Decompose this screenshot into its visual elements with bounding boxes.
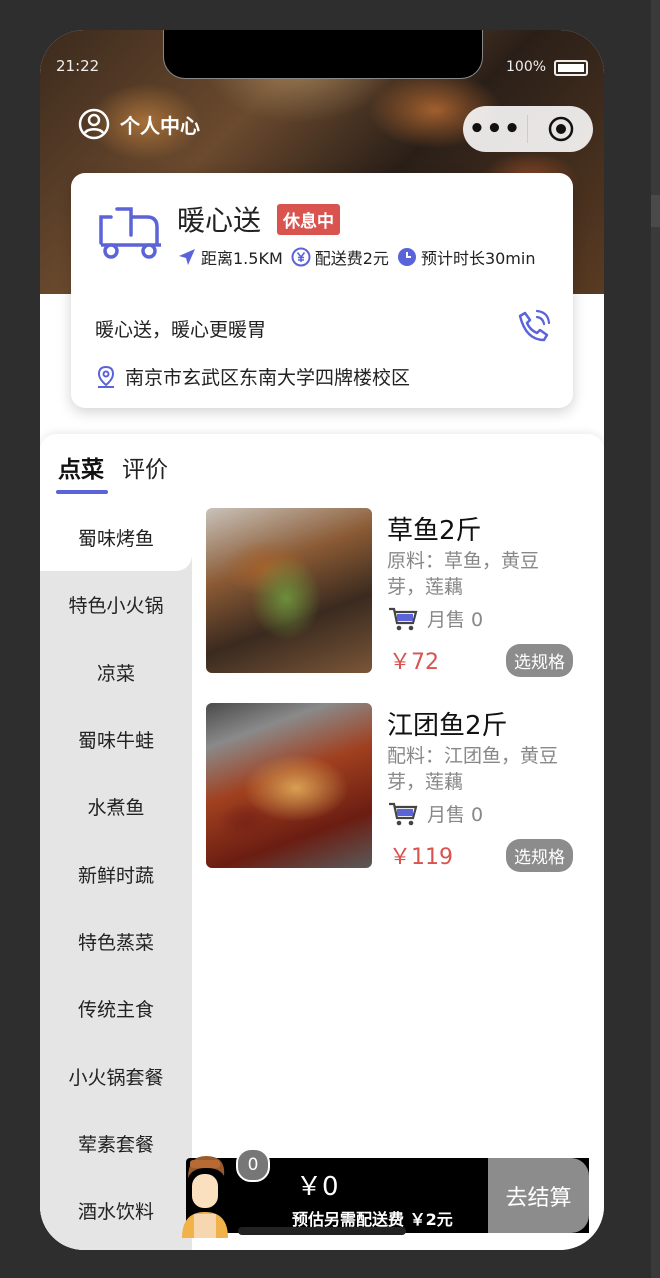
dish-card[interactable]: 江团鱼2斤 配料：江团鱼，黄豆芽，莲藕 月售 0 ￥119 选规格 (206, 703, 586, 898)
category-item[interactable]: 特色蒸菜 (40, 908, 192, 975)
category-item[interactable]: 特色小火锅 (40, 571, 192, 638)
eta-metric: 预计时长30min (397, 245, 536, 269)
navigation-arrow-icon (179, 249, 195, 265)
tab-order[interactable]: 点菜 (56, 450, 108, 494)
shop-status-badge: 休息中 (277, 204, 340, 235)
shopping-cart-icon (389, 802, 418, 825)
phone-notch (163, 30, 483, 79)
shop-metrics: 距离1.5KM 配送费2元 预计时长30min (177, 245, 543, 269)
dish-list: 草鱼2斤 原料：草鱼，黄豆芽，莲藕 月售 0 ￥72 选规格 江团鱼2斤 配料：… (206, 508, 586, 898)
distance-metric: 距离1.5KM (177, 245, 283, 269)
dish-photo[interactable] (206, 703, 372, 868)
miniprogram-capsule: ••• (463, 106, 593, 152)
dish-price: ￥119 (389, 845, 453, 870)
close-miniprogram-button[interactable] (528, 116, 593, 142)
eta-text: 预计时长30min (420, 249, 536, 268)
select-spec-button[interactable]: 选规格 (506, 839, 573, 872)
category-item[interactable]: 小火锅套餐 (40, 1042, 192, 1109)
user-circle-icon (78, 108, 110, 140)
cart-count-badge: 0 (236, 1148, 270, 1182)
menu-panel: 点菜 评价 蜀味烤鱼 特色小火锅 凉菜 蜀味牛蛙 水煮鱼 新鲜时蔬 特色蒸菜 传… (40, 434, 604, 1250)
tab-reviews[interactable]: 评价 (122, 450, 168, 484)
personal-center-label: 个人中心 (120, 113, 200, 138)
category-item[interactable]: 蜀味烤鱼 (40, 504, 192, 572)
battery-icon (554, 60, 588, 76)
window-scrollbar[interactable] (651, 0, 660, 1278)
home-indicator (238, 1227, 406, 1235)
menu-tabs: 点菜 评价 (56, 450, 186, 494)
location-pin-icon (97, 365, 115, 388)
yen-coin-icon (291, 247, 311, 267)
shop-slogan: 暖心送，暖心更暖胃 (95, 319, 267, 341)
dish-name: 草鱼2斤 (387, 516, 482, 546)
target-icon (548, 116, 573, 142)
category-item[interactable]: 凉菜 (40, 639, 192, 706)
chef-avatar-icon[interactable] (170, 1148, 240, 1238)
cart-total: ￥0 (296, 1172, 339, 1202)
distance-text: 距离1.5KM (201, 249, 283, 268)
phone-call-icon[interactable] (517, 309, 551, 343)
dish-sales: 月售 0 (387, 605, 483, 632)
delivery-fee-metric: 配送费2元 (291, 245, 389, 269)
category-item[interactable]: 传统主食 (40, 975, 192, 1042)
category-item[interactable]: 新鲜时蔬 (40, 840, 192, 907)
dish-ingredients: 配料：江团鱼，黄豆芽，莲藕 (387, 745, 559, 793)
shop-name: 暖心送 (177, 204, 262, 237)
monthly-sales-text: 月售 0 (427, 804, 484, 826)
category-item[interactable]: 水煮鱼 (40, 773, 192, 840)
monthly-sales-text: 月售 0 (427, 609, 484, 631)
battery-percent: 100% (506, 59, 547, 75)
address-text: 南京市玄武区东南大学四牌楼校区 (125, 367, 411, 389)
delivery-fee-text: 配送费2元 (314, 249, 389, 268)
dish-price: ￥72 (389, 650, 439, 675)
checkout-button[interactable]: 去结算 (488, 1158, 589, 1233)
dish-photo[interactable] (206, 508, 372, 673)
shop-address: 南京市玄武区东南大学四牌楼校区 (95, 363, 410, 390)
shop-info-card: 暖心送 休息中 距离1.5KM 配送费2元 预计时长30min 暖心送，暖心更暖… (71, 173, 573, 408)
dish-card[interactable]: 草鱼2斤 原料：草鱼，黄豆芽，莲藕 月售 0 ￥72 选规格 (206, 508, 586, 703)
delivery-truck-icon (99, 207, 161, 259)
category-sidebar: 蜀味烤鱼 特色小火锅 凉菜 蜀味牛蛙 水煮鱼 新鲜时蔬 特色蒸菜 传统主食 小火… (40, 504, 192, 1250)
dish-sales: 月售 0 (387, 800, 483, 827)
personal-center-link[interactable]: 个人中心 (78, 108, 200, 140)
shopping-cart-icon (389, 607, 418, 630)
scrollbar-thumb[interactable] (651, 195, 660, 227)
dish-ingredients: 原料：草鱼，黄豆芽，莲藕 (387, 550, 540, 598)
status-time: 21:22 (56, 57, 100, 75)
dish-name: 江团鱼2斤 (387, 711, 508, 741)
clock-icon (397, 248, 416, 266)
category-item[interactable]: 蜀味牛蛙 (40, 706, 192, 773)
phone-screen: 21:22 100% 个人中心 ••• 暖心送 休息中 距离1.5KM 配送费2… (40, 30, 604, 1250)
select-spec-button[interactable]: 选规格 (506, 644, 573, 677)
more-menu-button[interactable]: ••• (463, 106, 527, 152)
